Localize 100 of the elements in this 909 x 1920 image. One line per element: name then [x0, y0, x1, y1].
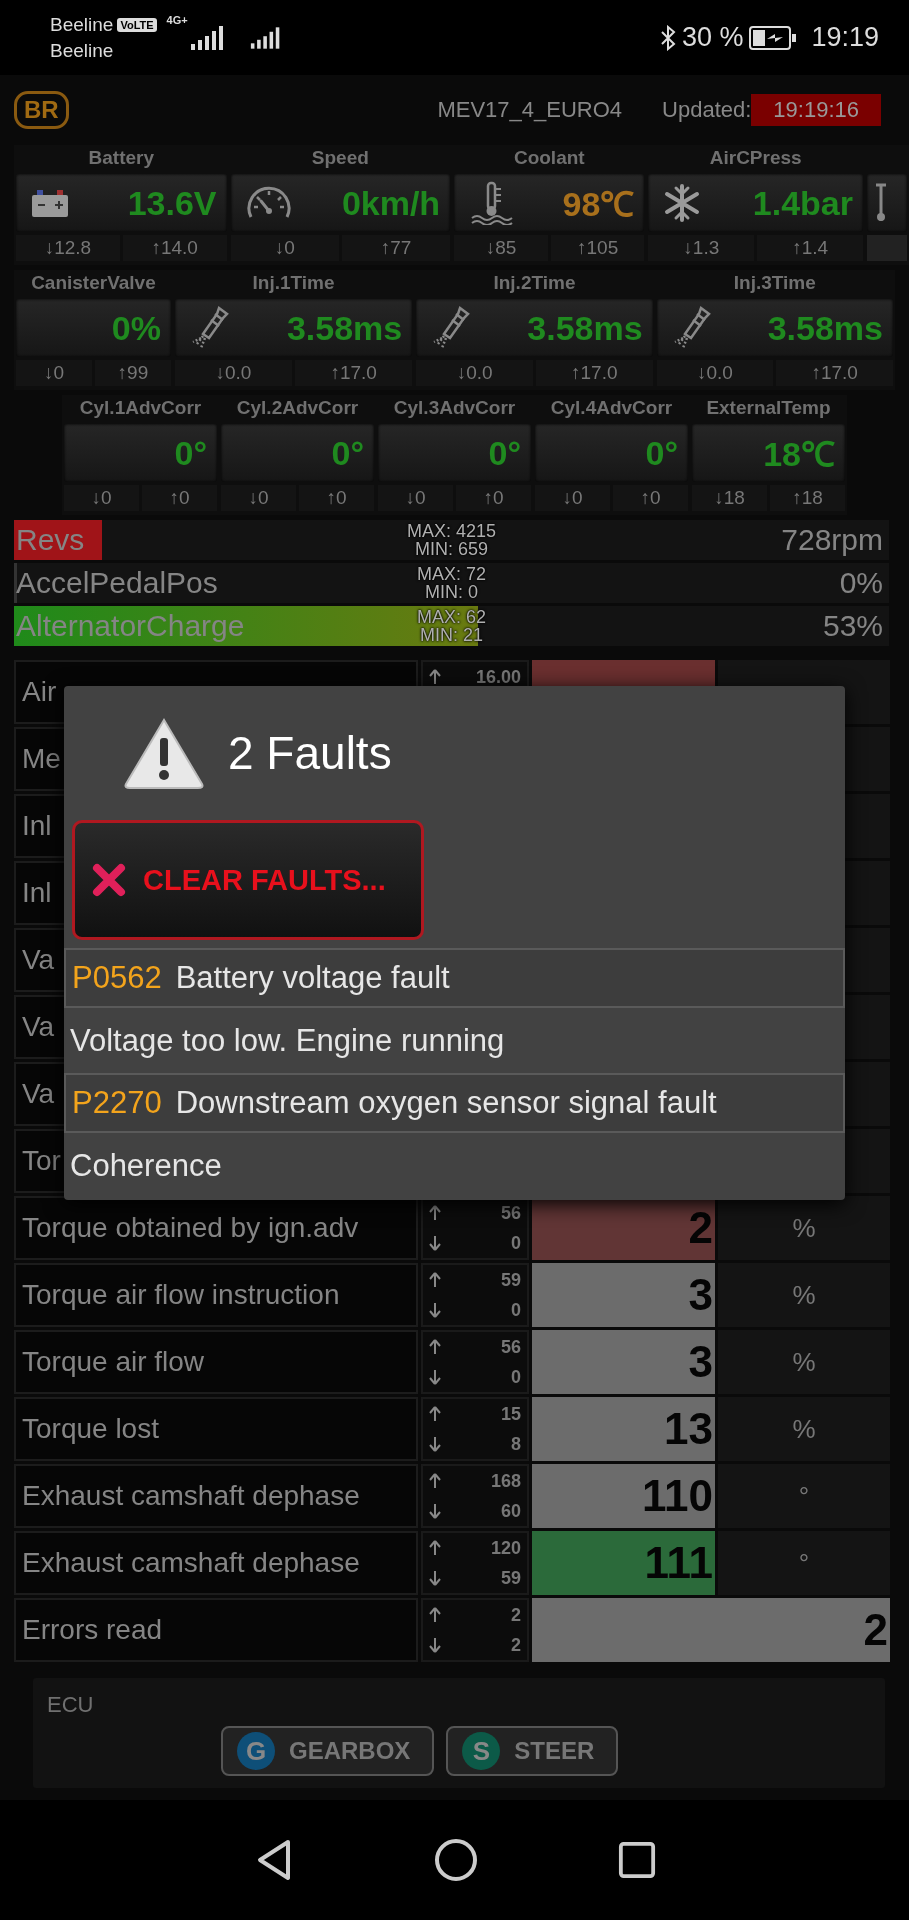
gauge-max: ↑1.4: [757, 235, 863, 261]
gauge-value: 0%: [111, 308, 161, 348]
fault-row[interactable]: P0562 Battery voltage fault: [64, 948, 845, 1008]
app-logo[interactable]: BR: [14, 91, 69, 129]
gauge-min: ↓18: [692, 485, 767, 511]
updated-time: 19:19:16: [751, 94, 881, 126]
gauge-max: ↑77: [341, 235, 451, 261]
gauge-label: Cyl.3AdvCorr: [392, 397, 517, 420]
arrow-down-icon: [429, 1570, 441, 1586]
bar-label: AlternatorCharge: [15, 609, 245, 643]
gauge-label: Coolant: [512, 147, 586, 170]
gauge-max: ↑0: [142, 485, 217, 511]
bar-min: MIN: 0: [425, 583, 478, 601]
gauge-max: ↑17.0: [535, 360, 653, 386]
gauge-label: Speed: [310, 147, 370, 170]
car-battery-icon: [30, 187, 70, 219]
gauge-min: ↓0: [535, 485, 610, 511]
arrow-down-icon: [429, 1302, 441, 1318]
arrow-down-icon: [429, 1369, 441, 1385]
value-cell: 3: [532, 1330, 715, 1394]
gauge-label: Inj.2Time: [492, 272, 577, 295]
unit-cell: %: [718, 1196, 890, 1260]
value-cell: 13: [532, 1397, 715, 1461]
unit-cell: %: [718, 1263, 890, 1327]
bar-value: 53%: [822, 609, 884, 643]
max-value: 15: [500, 1403, 521, 1425]
min-value: 59: [500, 1567, 521, 1589]
min-value: 0: [511, 1299, 521, 1321]
arrow-down-icon: [429, 1436, 441, 1452]
gauge-max: ↑0: [299, 485, 374, 511]
gauge-label: Inj.3Time: [732, 272, 817, 295]
gauge-value: 1.4bar: [752, 183, 853, 223]
max-value: 168: [490, 1470, 521, 1492]
max-value: 120: [490, 1537, 521, 1559]
gauge-min: ↓0: [378, 485, 453, 511]
arrow-up-icon: [429, 1272, 441, 1288]
gauge-value: 0°: [645, 433, 678, 473]
gauge-max: ↑17.0: [776, 360, 893, 386]
gauge-max: ↑18: [770, 485, 845, 511]
gauge-max: ↑0: [456, 485, 531, 511]
close-icon: [91, 862, 127, 898]
gauge-min: ↓0.0: [656, 360, 774, 386]
bar-label: Revs: [15, 523, 85, 557]
min-value: 0: [511, 1366, 521, 1388]
panel-title: ECU: [47, 1692, 94, 1717]
gauge-max: ↑17.0: [295, 360, 413, 386]
gauge-label: Cyl.4AdvCorr: [549, 397, 674, 420]
value-cell: 3: [532, 1263, 715, 1327]
gauge-min: ↓0.0: [416, 360, 533, 386]
fault-row[interactable]: P2270 Downstream oxygen sensor signal fault: [64, 1073, 845, 1133]
gauge-value: 98℃: [562, 184, 635, 225]
carrier-name: Beeline: [50, 39, 115, 62]
max-value: 56: [500, 1336, 521, 1358]
min-value: 2: [511, 1634, 521, 1656]
module-button[interactable]: S STEER: [446, 1726, 619, 1776]
arrow-up-icon: [429, 1540, 441, 1556]
gauge-max: ↑99: [94, 360, 171, 386]
gauge-value: 0km/h: [341, 183, 441, 223]
gauge-value: 0°: [331, 433, 364, 473]
fault-code: P2270: [72, 1085, 162, 1121]
value-cell: 111: [532, 1531, 715, 1595]
parameter-name: Torque lost: [14, 1397, 418, 1461]
bar-min: MIN: 659: [415, 540, 488, 558]
parameter-name: Exhaust camshaft dephase: [14, 1464, 418, 1528]
gauge-min: ↓85: [454, 235, 548, 261]
gauge-label: Inj.1Time: [251, 272, 336, 295]
unit-cell: °: [718, 1531, 890, 1595]
gauge-value: 13.6V: [127, 183, 217, 223]
value-cell: 2: [532, 1598, 890, 1662]
gauge-max: ↑105: [550, 235, 645, 261]
gauge-value: 3.58ms: [527, 308, 643, 348]
arrow-up-icon: [429, 1473, 441, 1489]
gauge-min: ↓0: [64, 485, 139, 511]
gauge-min: ↓0.0: [174, 360, 293, 386]
clear-faults-button[interactable]: CLEAR FAULTS...: [72, 820, 424, 940]
parameter-name: Torque air flow instruction: [14, 1263, 418, 1327]
gauge-value: 3.58ms: [767, 308, 883, 348]
min-value: 0: [511, 1232, 521, 1254]
dialog-title: 2 Faults: [228, 726, 392, 780]
bar-max: MAX: 4215: [406, 522, 497, 540]
gauge-label: Battery: [87, 147, 155, 170]
updated-label: Updated:: [662, 97, 752, 123]
bar-value: 728rpm: [781, 523, 884, 557]
volte-badge: VoLTE: [117, 17, 157, 32]
arrow-up-icon: [429, 1205, 441, 1221]
unit-cell: °: [718, 1464, 890, 1528]
arrow-up-icon: [429, 669, 441, 685]
home-button[interactable]: [433, 1838, 478, 1882]
gauge-max: ↑0: [613, 485, 688, 511]
parameter-name: Errors read: [14, 1598, 418, 1662]
signal-icon: [249, 25, 282, 50]
gauge-value: 0°: [174, 433, 207, 473]
module-button[interactable]: G GEARBOX: [221, 1726, 435, 1776]
max-value: 16.00: [475, 666, 521, 688]
gauge-min: ↓0: [221, 485, 296, 511]
recents-button[interactable]: [617, 1841, 656, 1879]
battery-percent: 30 %: [681, 22, 744, 53]
battery-charging-icon: [749, 25, 798, 50]
arrow-down-icon: [429, 1235, 441, 1251]
min-value: 8: [511, 1433, 521, 1455]
